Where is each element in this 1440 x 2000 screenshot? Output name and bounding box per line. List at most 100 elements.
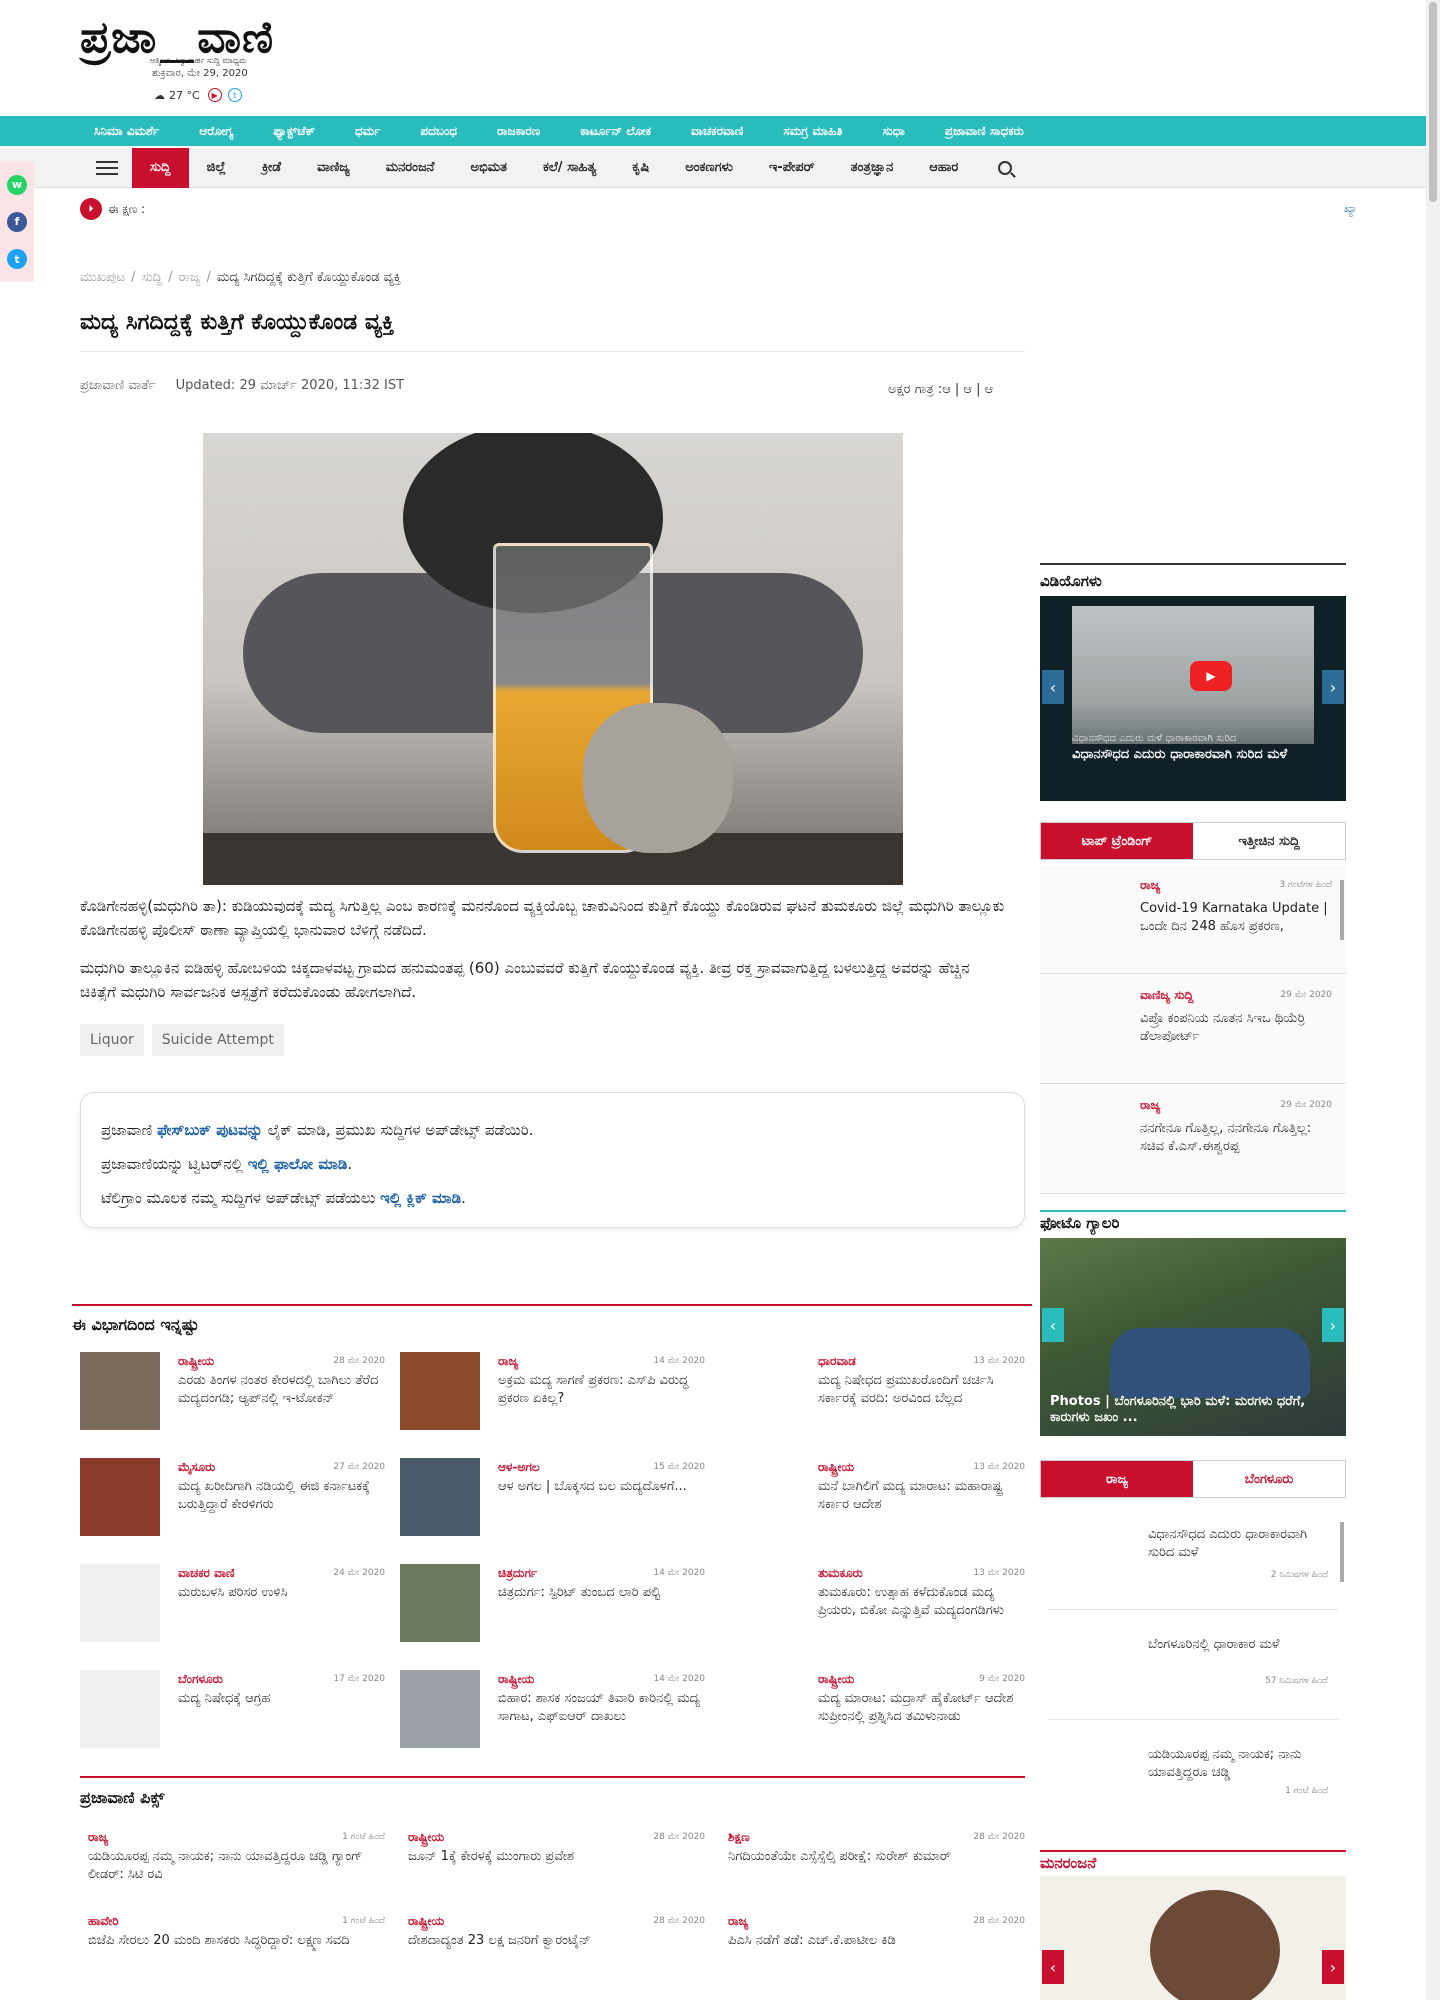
news-category[interactable]: ಚಿತ್ರದುರ್ಗ bbox=[498, 1566, 537, 1581]
pick-category[interactable]: ಶಿಕ್ಷಣ bbox=[728, 1830, 750, 1845]
tag-chip[interactable]: Suicide Attempt bbox=[151, 1024, 284, 1056]
carousel-prev-icon[interactable]: ‹ bbox=[1042, 1308, 1064, 1342]
section-tab[interactable]: ಕ್ರೀಡೆ bbox=[244, 148, 299, 188]
facebook-page-link[interactable]: ಫೇಸ್‌ಬುಕ್ ಪುಟವನ್ನು bbox=[157, 1121, 263, 1139]
state-news-scrollbar[interactable] bbox=[1340, 1522, 1344, 1582]
nav-item[interactable]: ಪ್ರಜಾವಾಣಿ ಸಾಧಕರು bbox=[945, 124, 1024, 139]
trending-headline[interactable]: Covid-19 Karnataka Update | ಒಂದೇ ದಿನ 248… bbox=[1140, 900, 1336, 936]
nav-item[interactable]: ಸುಧಾ bbox=[883, 124, 905, 139]
news-headline[interactable]: ತುಮಕೂರು: ಉತ್ಸಾಹ ಕಳೆದುಕೊಂಡ ಮದ್ಯ ಪ್ರಿಯರು, … bbox=[818, 1584, 1025, 1620]
state-news-headline[interactable]: ಯಡಿಯೂರಪ್ಪ ನಮ್ಮ ನಾಯಕ; ನಾನು ಯಾವತ್ತಿದ್ದರೂ ಚ… bbox=[1148, 1746, 1328, 1782]
news-headline[interactable]: ಮದ್ಯ ನಿಷೇಧಕ್ಕೆ ಆಗ್ರಹ bbox=[178, 1690, 385, 1708]
section-tab[interactable]: ಆಹಾರ bbox=[911, 148, 976, 188]
pick-headline[interactable]: ಬಿಜೆಪಿ ಸೇರಲು 20 ಮಂದಿ ಶಾಸಕರು ಸಿದ್ಧರಿದ್ದಾರ… bbox=[88, 1932, 378, 1950]
news-category[interactable]: ರಾಷ್ಟ್ರೀಯ bbox=[178, 1354, 214, 1369]
section-tab[interactable]: ತಂತ್ರಜ್ಞಾನ bbox=[833, 148, 911, 188]
trending-headline[interactable]: ನನಗೇನೂ ಗೊತ್ತಿಲ್ಲ, ನನಗೇನೂ ಗೊತ್ತಿಲ್ಲ: ಸಚಿವ… bbox=[1140, 1120, 1336, 1156]
news-card[interactable]: ಆಳ-ಅಗಲ 15 ಮೇ 2020 ಆಳ ಅಗಲ | ಬೊಕ್ಕಸದ ಬಲ ಮದ್ಯ… bbox=[400, 1458, 705, 1538]
font-size-control[interactable]: ಅಕ್ಷರ ಗಾತ್ರ :ಆ | ಆ | ಆ bbox=[888, 382, 993, 397]
state-news-item[interactable]: ವಿಧಾನಸೌಧದ ಎದುರು ಧಾರಾಕಾರವಾಗಿ ಸುರಿದ ಮಳೆ 2 ನ… bbox=[1048, 1510, 1338, 1610]
trending-scrollbar[interactable] bbox=[1340, 880, 1344, 940]
trending-headline[interactable]: ವಿಪ್ರೊ ಕಂಪನಿಯ ನೂತನ ಸಿಇಒ ಥಿಯೆರ್ರಿ ಡೆಲಾಪೋರ… bbox=[1140, 1010, 1336, 1046]
scrollbar-thumb[interactable] bbox=[1429, 2, 1437, 202]
nav-item[interactable]: ಆರೋಗ್ಯ bbox=[199, 124, 233, 139]
photo-caption[interactable]: Photos | ಬೆಂಗಳೂರಿನಲ್ಲಿ ಭಾರಿ ಮಳೆ: ಮರಗಳು ಧ… bbox=[1050, 1394, 1340, 1426]
section-tab[interactable]: ಇ-ಪೇಪರ್ bbox=[751, 148, 833, 188]
breadcrumb-item[interactable]: ರಾಜ್ಯ bbox=[178, 270, 200, 285]
news-headline[interactable]: ಮದ್ಯ ಖರೀದಿಗಾಗಿ ನಡಿಯಲ್ಲಿ ಈಜಿ ಕರ್ನಾಟಕಕ್ಕೆ … bbox=[178, 1478, 385, 1514]
news-headline[interactable]: ಮನೆ ಬಾಗಿಲಿಗೆ ಮದ್ಯ ಮಾರಾಟ: ಮಹಾರಾಷ್ಟ್ರ ಸರ್ಕ… bbox=[818, 1478, 1025, 1514]
news-card[interactable]: ರಾಷ್ಟ್ರೀಯ 13 ಮೇ 2020 ಮನೆ ಬಾಗಿಲಿಗೆ ಮದ್ಯ ಮಾರ… bbox=[720, 1458, 1025, 1538]
carousel-prev-icon[interactable]: ‹ bbox=[1042, 1950, 1064, 1984]
news-category[interactable]: ತುಮಕೂರು bbox=[818, 1566, 863, 1581]
pick-item[interactable]: ರಾಜ್ಯ 28 ಮೇ 2020 ಪಿಎಸಿ ನಡೆಗೆ ತಡೆ: ಎಚ್.ಕೆ.ಪ… bbox=[720, 1912, 1025, 1982]
breadcrumb-item[interactable]: ಮುಖಪುಟ bbox=[80, 270, 125, 285]
nav-item[interactable]: ಸಿನಿಮಾ ವಿಮರ್ಶೆ bbox=[94, 124, 159, 139]
twitter-share-icon[interactable]: t bbox=[7, 249, 27, 270]
tab-state[interactable]: ರಾಜ್ಯ bbox=[1041, 1461, 1193, 1497]
trending-category[interactable]: ವಾಣಿಜ್ಯ ಸುದ್ದಿ bbox=[1140, 988, 1193, 1003]
pick-item[interactable]: ರಾಷ್ಟ್ರೀಯ 28 ಮೇ 2020 ಜೂನ್ 1ಕ್ಕೆ ಕೇರಳಕ್ಕೆ ಮ… bbox=[400, 1828, 705, 1898]
news-card[interactable]: ರಾಜ್ಯ 14 ಮೇ 2020 ಅಕ್ರಮ ಮದ್ಯ ಸಾಗಣೆ ಪ್ರಕರಣ: … bbox=[400, 1352, 705, 1432]
news-card[interactable]: ಮೈಸೂರು 27 ಮೇ 2020 ಮದ್ಯ ಖರೀದಿಗಾಗಿ ನಡಿಯಲ್ಲಿ … bbox=[80, 1458, 385, 1538]
pick-item[interactable]: ಹಾವೇರಿ 1 ಗಂಟೆ ಹಿಂದೆ ಬಿಜೆಪಿ ಸೇರಲು 20 ಮಂದಿ ಶ… bbox=[80, 1912, 385, 1982]
play-icon[interactable]: ▶ bbox=[1190, 661, 1232, 691]
twitter-icon[interactable]: t bbox=[227, 88, 242, 102]
news-card[interactable]: ತುಮಕೂರು 13 ಮೇ 2020 ತುಮಕೂರು: ಉತ್ಸಾಹ ಕಳೆದುಕೊ… bbox=[720, 1564, 1025, 1644]
trending-category[interactable]: ರಾಜ್ಯ bbox=[1140, 1098, 1160, 1113]
section-tab[interactable]: ಕೃಷಿ bbox=[614, 148, 667, 188]
state-news-headline[interactable]: ವಿಧಾನಸೌಧದ ಎದುರು ಧಾರಾಕಾರವಾಗಿ ಸುರಿದ ಮಳೆ bbox=[1148, 1526, 1328, 1562]
news-card[interactable]: ಧಾರವಾಡ 13 ಮೇ 2020 ಮದ್ಯ ನಿಷೇಧದ ಪ್ರಮುಖರೊಂದಿಗ… bbox=[720, 1352, 1025, 1432]
nav-item[interactable]: ಫ್ಯಾಕ್ಟ್‌ಚೆಕ್ bbox=[273, 124, 315, 139]
state-news-item[interactable]: ಬೆಂಗಳೂರಿನಲ್ಲಿ ಧಾರಾಕಾರ ಮಳೆ 57 ನಿಮಿಷಗಳ ಹಿಂದ… bbox=[1048, 1620, 1338, 1720]
pick-item[interactable]: ರಾಷ್ಟ್ರೀಯ 28 ಮೇ 2020 ದೇಶದಾದ್ಯಂತ 23 ಲಕ್ಷ ಜನ… bbox=[400, 1912, 705, 1982]
nav-item[interactable]: ಕಾರ್ಟೂನ್ ಲೋಕ bbox=[580, 124, 651, 139]
section-tab-news[interactable]: ಸುದ್ದಿ bbox=[132, 147, 189, 188]
nav-item[interactable]: ರಾಜಕಾರಣ bbox=[497, 124, 540, 139]
tag-chip[interactable]: Liquor bbox=[80, 1024, 144, 1056]
news-card[interactable]: ಚಿತ್ರದುರ್ಗ 14 ಮೇ 2020 ಚಿತ್ರದುರ್ಗ: ಸ್ಪಿರಿಟ್… bbox=[400, 1564, 705, 1644]
tab-top-trending[interactable]: ಟಾಪ್ ಟ್ರೆಂಡಿಂಗ್ bbox=[1041, 823, 1193, 859]
trending-item[interactable]: ವಾಣಿಜ್ಯ ಸುದ್ದಿ 29 ಮೇ 2020 ವಿಪ್ರೊ ಕಂಪನಿಯ ನೂ… bbox=[1040, 976, 1346, 1084]
pick-category[interactable]: ರಾಷ್ಟ್ರೀಯ bbox=[408, 1914, 444, 1929]
section-tab[interactable]: ಅಭಿಮತ bbox=[452, 148, 525, 188]
nav-item[interactable]: ವಾಚಕರವಾಣಿ bbox=[691, 124, 743, 139]
news-category[interactable]: ರಾಜ್ಯ bbox=[498, 1354, 518, 1369]
nav-item[interactable]: ಸಮಗ್ರ ಮಾಹಿತಿ bbox=[783, 124, 842, 139]
pick-item[interactable]: ಶಿಕ್ಷಣ 28 ಮೇ 2020 ನಿಗದಿಯಂತೆಯೇ ಎಸ್ಸೆಸ್ಸೆಲ್ಸ… bbox=[720, 1828, 1025, 1898]
pick-headline[interactable]: ಯಡಿಯೂರಪ್ಪ ನಮ್ಮ ನಾಯಕ; ನಾನು ಯಾವತ್ತಿದ್ದರೂ ಚ… bbox=[88, 1848, 378, 1884]
ticker-headline[interactable]: ಖ್ಯಾ bbox=[1344, 202, 1357, 216]
news-card[interactable]: ರಾಷ್ಟ್ರೀಯ 9 ಮೇ 2020 ಮದ್ಯ ಮಾರಾಟ: ಮದ್ರಾಸ್ ಹೈ… bbox=[720, 1670, 1025, 1750]
section-tab[interactable]: ಕಲೆ/ ಸಾಹಿತ್ಯ bbox=[525, 148, 614, 188]
state-news-headline[interactable]: ಬೆಂಗಳೂರಿನಲ್ಲಿ ಧಾರಾಕಾರ ಮಳೆ bbox=[1148, 1636, 1328, 1654]
news-category[interactable]: ಧಾರವಾಡ bbox=[818, 1354, 856, 1369]
news-headline[interactable]: ಮದ್ಯ ಮಾರಾಟ: ಮದ್ರಾಸ್ ಹೈಕೋರ್ಟ್ ಆದೇಶ ಸುಪ್ರೀ… bbox=[818, 1690, 1025, 1726]
page-scrollbar[interactable] bbox=[1426, 0, 1440, 2000]
trending-item[interactable]: ರಾಜ್ಯ 29 ಮೇ 2020 ನನಗೇನೂ ಗೊತ್ತಿಲ್ಲ, ನನಗೇನೂ … bbox=[1040, 1086, 1346, 1194]
carousel-next-icon[interactable]: › bbox=[1322, 1950, 1344, 1984]
news-card[interactable]: ರಾಷ್ಟ್ರೀಯ 28 ಮೇ 2020 ಎರಡು ತಿಂಗಳ ನಂತರ ಕೇರಳದ… bbox=[80, 1352, 385, 1432]
nav-item[interactable]: ಧರ್ಮ bbox=[355, 124, 380, 139]
news-headline[interactable]: ಆಳ ಅಗಲ | ಬೊಕ್ಕಸದ ಬಲ ಮದ್ಯದೊಳಗೆ... bbox=[498, 1478, 705, 1496]
carousel-next-icon[interactable]: › bbox=[1322, 1308, 1344, 1342]
news-category[interactable]: ಬೆಂಗಳೂರು bbox=[178, 1672, 223, 1687]
pick-category[interactable]: ಹಾವೇರಿ bbox=[88, 1914, 119, 1929]
breadcrumb-item[interactable]: ಸುದ್ದಿ bbox=[141, 270, 162, 285]
trending-category[interactable]: ರಾಜ್ಯ bbox=[1140, 878, 1160, 893]
telegram-link[interactable]: ಇಲ್ಲಿ ಕ್ಲಿಕ್ ಮಾಡಿ bbox=[380, 1189, 461, 1207]
news-headline[interactable]: ಅಕ್ರಮ ಮದ್ಯ ಸಾಗಣೆ ಪ್ರಕರಣ: ಎಸ್‌ಪಿ ವಿರುದ್ಧ … bbox=[498, 1372, 705, 1408]
news-category[interactable]: ಆಳ-ಅಗಲ bbox=[498, 1460, 540, 1475]
section-tab[interactable]: ಮನರಂಜನೆ bbox=[368, 148, 453, 188]
pick-category[interactable]: ರಾಷ್ಟ್ರೀಯ bbox=[408, 1830, 444, 1845]
pick-headline[interactable]: ದೇಶದಾದ್ಯಂತ 23 ಲಕ್ಷ ಜನರಿಗೆ ಕ್ವಾರಂಟೈನ್ bbox=[408, 1932, 698, 1950]
news-category[interactable]: ಮೈಸೂರು bbox=[178, 1460, 215, 1475]
entertainment-slide[interactable]: ‹ › bbox=[1040, 1876, 1346, 2000]
state-news-item[interactable]: ಯಡಿಯೂರಪ್ಪ ನಮ್ಮ ನಾಯಕ; ನಾನು ಯಾವತ್ತಿದ್ದರೂ ಚ… bbox=[1048, 1730, 1338, 1830]
youtube-icon[interactable]: ▶ bbox=[207, 88, 222, 102]
section-tab[interactable]: ವಾಣಿಜ್ಯ bbox=[299, 148, 368, 188]
video-caption[interactable]: ವಿಧಾನಸೌಧದ ಎದುರು ಧಾರಾಕಾರವಾಗಿ ಸುರಿದ ಮಳೆ bbox=[1072, 746, 1302, 764]
video-player[interactable]: ▶ ‹ › ವಿಧಾನಸೌಧದ ಎದುರು ಮಳೆ ಧಾರಾಕಾರವಾಗಿ ಸು… bbox=[1040, 596, 1346, 801]
section-tab[interactable]: ಜಿಲ್ಲೆ bbox=[189, 148, 244, 188]
news-headline[interactable]: ಬಿಹಾರ: ಶಾಸಕ ಸಂಜಯ್ ತಿವಾರಿ ಕಾರಿನಲ್ಲಿ ಮದ್ಯ … bbox=[498, 1690, 705, 1726]
news-headline[interactable]: ಚಿತ್ರದುರ್ಗ: ಸ್ಪಿರಿಟ್ ತುಂಬದ ಲಾರಿ ಪಲ್ಟಿ bbox=[498, 1584, 705, 1602]
